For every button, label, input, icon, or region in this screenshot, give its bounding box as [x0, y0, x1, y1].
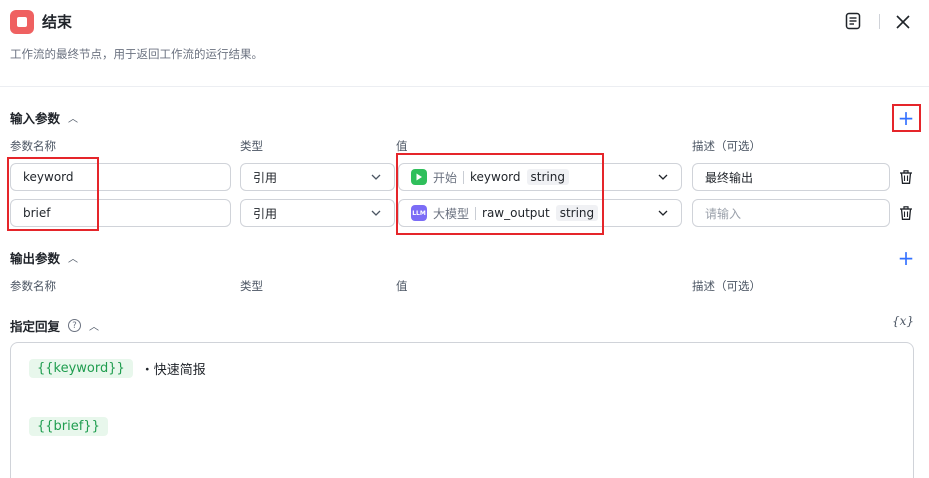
help-icon[interactable]: ? [68, 319, 82, 332]
col-value-header: 值 [396, 139, 408, 153]
add-output-button[interactable]: + [896, 248, 916, 268]
reply-text: ・快速简报 [140, 363, 206, 378]
col-desc-header: 描述（可选） [692, 139, 761, 153]
chevron-up-icon[interactable]: ︿ [89, 318, 99, 333]
end-node-icon [10, 10, 34, 34]
chevron-down-icon [371, 174, 381, 180]
reply-line: {{brief}} [29, 417, 108, 436]
node-description: 工作流的最终节点，用于返回工作流的运行结果。 [10, 47, 263, 61]
input-params-title: 输入参数 [10, 111, 61, 126]
param-desc-input[interactable]: 最终输出 [692, 163, 890, 191]
node-title[interactable]: 结束 [42, 11, 72, 32]
col-type-header: 类型 [240, 139, 263, 153]
col-value-header: 值 [396, 279, 408, 293]
chevron-down-icon [658, 210, 668, 216]
col-type-header: 类型 [240, 279, 263, 293]
header-divider [879, 14, 880, 29]
document-icon[interactable] [843, 11, 863, 31]
reply-title: 指定回复 [10, 319, 61, 334]
param-type-select[interactable]: 引用 [240, 199, 395, 227]
col-name-header: 参数名称 [10, 279, 56, 293]
insert-variable-icon[interactable]: {x} [892, 314, 914, 328]
reply-header[interactable]: 指定回复 ? ︿ [10, 316, 99, 335]
trash-icon[interactable] [898, 205, 914, 221]
close-icon[interactable] [894, 13, 912, 31]
variable-chip[interactable]: {{keyword}} [29, 359, 133, 378]
trash-icon[interactable] [898, 169, 914, 185]
add-input-highlight [892, 104, 921, 132]
reply-editor[interactable]: {{keyword}} ・快速简报 {{brief}} [10, 342, 914, 478]
chevron-down-icon [371, 210, 381, 216]
output-params-header[interactable]: 输出参数 ︿ [10, 248, 78, 267]
chevron-up-icon[interactable]: ︿ [68, 250, 78, 265]
param-name-highlight [7, 157, 99, 231]
variable-chip[interactable]: {{brief}} [29, 417, 108, 436]
chevron-down-icon [658, 174, 668, 180]
output-params-title: 输出参数 [10, 251, 61, 266]
col-name-header: 参数名称 [10, 139, 56, 153]
col-desc-header: 描述（可选） [692, 279, 761, 293]
input-params-header[interactable]: 输入参数 ︿ [10, 108, 78, 127]
param-desc-input[interactable]: 请输入 [692, 199, 890, 227]
param-value-highlight [396, 153, 604, 235]
chevron-up-icon[interactable]: ︿ [68, 110, 78, 125]
section-divider [0, 86, 929, 87]
param-type-select[interactable]: 引用 [240, 163, 395, 191]
reply-line: {{keyword}} ・快速简报 [29, 359, 206, 378]
